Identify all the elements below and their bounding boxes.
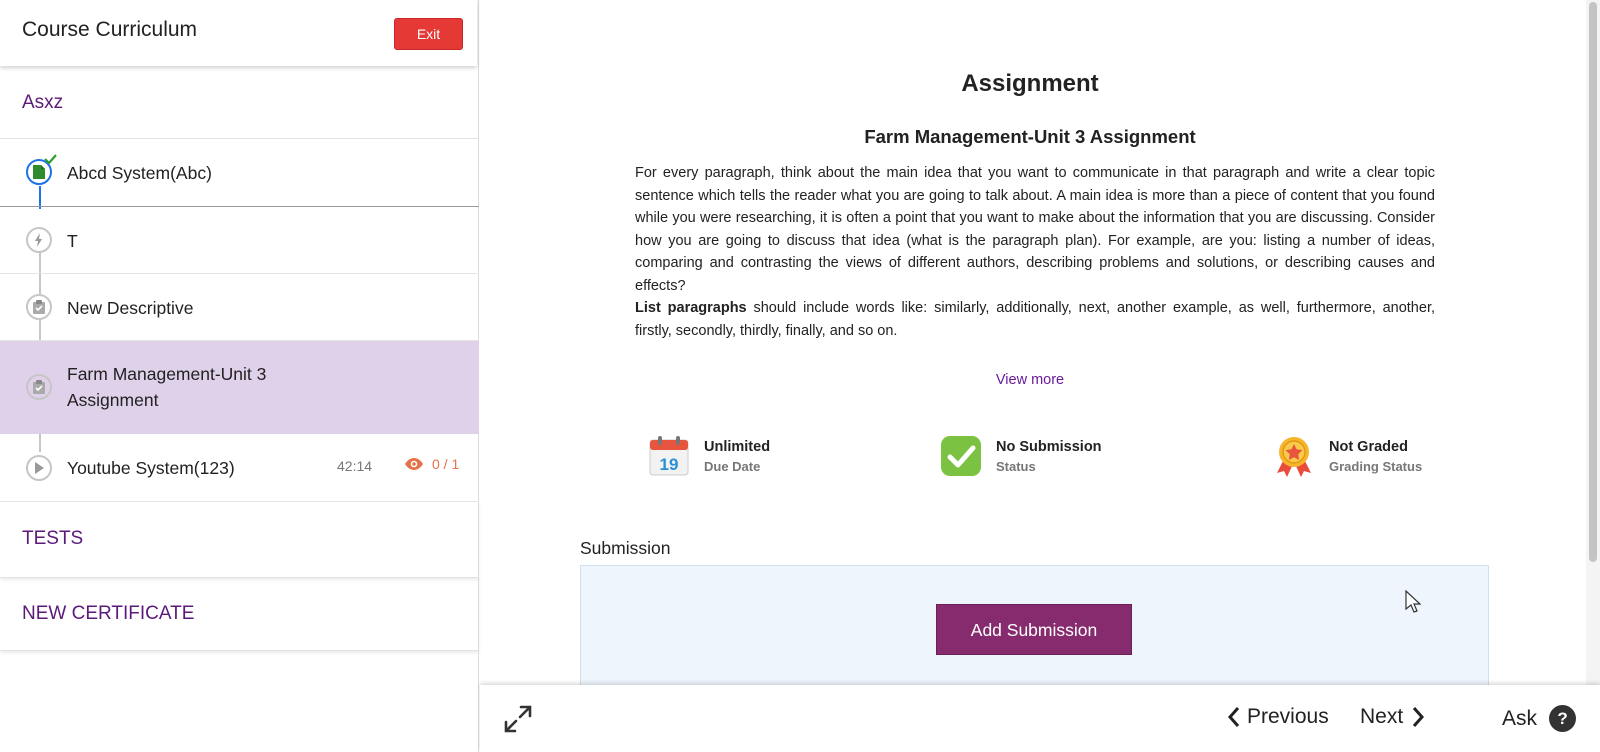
- due-date-value: Unlimited: [704, 438, 771, 455]
- previous-label: Previous: [1247, 705, 1329, 728]
- grading-label: Grading Status: [1329, 458, 1423, 474]
- section-title: NEW CERTIFICATE: [22, 603, 195, 624]
- lesson-label: Abcd System(Abc): [67, 163, 212, 183]
- exit-button[interactable]: Exit: [394, 18, 463, 50]
- lesson-duration: 42:14: [337, 458, 373, 474]
- clipboard-icon: [26, 294, 52, 320]
- check-icon: [941, 436, 981, 476]
- lightning-icon: [26, 227, 52, 253]
- due-date-label: Due Date: [704, 458, 761, 474]
- status-info: No Submission Status: [940, 435, 1102, 477]
- status-value: No Submission: [996, 438, 1102, 455]
- section-title: TESTS: [22, 528, 84, 549]
- sidebar-header: Course Curriculum Exit: [0, 0, 477, 66]
- eye-icon: [405, 458, 423, 470]
- next-button[interactable]: Next: [1360, 705, 1425, 729]
- scrollbar-thumb[interactable]: [1589, 2, 1597, 562]
- lesson-label: New Descriptive: [67, 298, 194, 318]
- assignment-description: For every paragraph, think about the mai…: [635, 162, 1435, 342]
- description-bold: List paragraphs: [635, 300, 747, 316]
- play-icon: [26, 455, 52, 481]
- bottom-navigation-bar: Previous Next Ask ?: [480, 685, 1600, 752]
- submission-panel: Add Submission: [580, 565, 1489, 685]
- clipboard-icon: [26, 374, 52, 400]
- section-title: Asxz: [22, 92, 64, 113]
- lesson-item[interactable]: Youtube System(123) 42:14 0 / 1: [0, 434, 479, 502]
- chevron-right-icon: [1413, 707, 1425, 727]
- chevron-left-icon: [1227, 707, 1240, 727]
- complete-check-icon: [44, 154, 57, 164]
- help-icon: ?: [1549, 705, 1577, 732]
- view-more-link[interactable]: View more: [480, 372, 1580, 388]
- sidebar-title: Course Curriculum: [22, 18, 198, 41]
- status-label: Status: [996, 458, 1036, 474]
- calendar-icon: 19: [649, 436, 689, 476]
- section-certificate[interactable]: NEW CERTIFICATE: [0, 578, 479, 651]
- next-label: Next: [1360, 705, 1404, 728]
- assignment-content: Assignment Farm Management-Unit 3 Assign…: [480, 0, 1580, 685]
- award-icon: [1277, 437, 1311, 477]
- description-text: For every paragraph, think about the mai…: [635, 165, 1435, 294]
- lesson-item-active[interactable]: Farm Management-Unit 3 Assignment: [0, 341, 479, 434]
- lesson-item[interactable]: T: [0, 207, 479, 274]
- mouse-cursor-icon: [1405, 590, 1421, 613]
- calendar-day: 19: [660, 455, 679, 474]
- lesson-item[interactable]: New Descriptive: [0, 274, 479, 341]
- fullscreen-expand-icon[interactable]: [502, 703, 534, 735]
- submission-heading: Submission: [580, 538, 671, 558]
- lesson-item[interactable]: Abcd System(Abc): [0, 139, 479, 207]
- views-count: 0 / 1: [432, 456, 460, 472]
- grading-value: Not Graded: [1329, 438, 1408, 455]
- add-submission-button[interactable]: Add Submission: [936, 604, 1132, 655]
- assignment-title: Farm Management-Unit 3 Assignment: [864, 126, 1196, 147]
- due-date-info: 19 Unlimited Due Date: [648, 435, 770, 477]
- section-asxz[interactable]: Asxz: [0, 66, 479, 139]
- ask-button[interactable]: Ask ?: [1502, 705, 1577, 732]
- previous-button[interactable]: Previous: [1227, 705, 1329, 729]
- ask-label: Ask: [1502, 706, 1538, 730]
- section-tests[interactable]: TESTS: [0, 502, 479, 578]
- lesson-label: Youtube System(123): [67, 458, 235, 478]
- page-title: Assignment: [961, 70, 1099, 97]
- lesson-label: Farm Management-Unit 3 Assignment: [67, 364, 267, 410]
- description-text: should include words like: similarly, ad…: [635, 300, 1435, 339]
- grading-info: Not Graded Grading Status: [1273, 435, 1422, 477]
- lesson-label: T: [67, 231, 78, 251]
- lesson-views: 0 / 1: [404, 456, 459, 472]
- course-sidebar: Course Curriculum Exit Asxz Abcd System(…: [0, 0, 479, 752]
